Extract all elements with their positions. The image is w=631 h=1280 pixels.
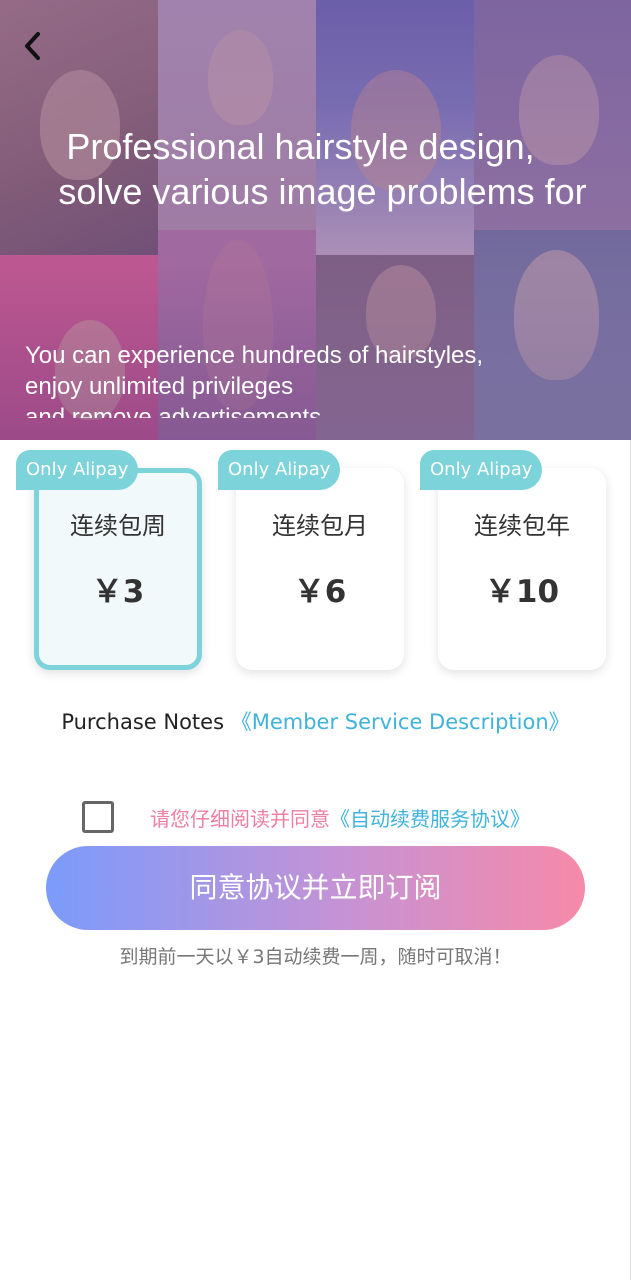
hero-title-line: Professional hairstyle design, [66, 126, 535, 167]
plan-name: 连续包年 [474, 512, 570, 540]
back-button[interactable] [14, 26, 50, 66]
hero-subtitle-line: enjoy unlimited privileges [25, 373, 294, 400]
plan-name: 连续包月 [272, 512, 368, 540]
hero-subtitle-line: You can experience hundreds of hairstyle… [25, 342, 484, 369]
subscribe-button[interactable]: 同意协议并立即订阅 [46, 846, 585, 930]
chevron-left-icon [25, 32, 40, 60]
plan-price: ￥10 [484, 574, 560, 610]
payment-badge: Only Alipay [420, 450, 543, 490]
plan-price: ￥3 [91, 574, 145, 610]
plan-card-monthly[interactable]: 连续包月 ￥6 [236, 468, 404, 670]
payment-badge: Only Alipay [218, 450, 341, 490]
purchase-notes: Purchase Notes 《Member Service Descripti… [0, 706, 631, 736]
plan-name: 连续包周 [70, 512, 166, 540]
plan-card-weekly[interactable]: 连续包周 ￥3 [34, 468, 202, 670]
plan-card-yearly[interactable]: 连续包年 ￥10 [438, 468, 606, 670]
renewal-footnote: 到期前一天以￥3自动续费一周，随时可取消！ [119, 946, 512, 968]
hero-title: Professional hairstyle design, solve var… [0, 124, 631, 214]
hero-subtitle-line: and remove advertisements [25, 404, 322, 418]
plan-options: 连续包周 ￥3 Only Alipay 连续包月 ￥6 Only Alipay … [0, 440, 631, 690]
member-service-link[interactable]: 《Member Service Description》 [231, 710, 570, 734]
purchase-notes-label: Purchase Notes [61, 710, 225, 734]
payment-badge: Only Alipay [16, 450, 139, 490]
hero-banner: Professional hairstyle design, solve var… [0, 0, 631, 440]
hero-title-line: solve various image problems for [58, 171, 587, 212]
plan-price: ￥6 [293, 574, 347, 610]
hero-subtitle: You can experience hundreds of hairstyle… [25, 340, 615, 418]
agreement-row: 请您仔细阅读并同意 《自动续费服务协议》 [82, 800, 530, 834]
auto-renew-agreement-link[interactable]: 《自动续费服务协议》 [330, 803, 530, 832]
agreement-checkbox[interactable] [82, 801, 114, 833]
agreement-text: 请您仔细阅读并同意 [150, 806, 330, 831]
